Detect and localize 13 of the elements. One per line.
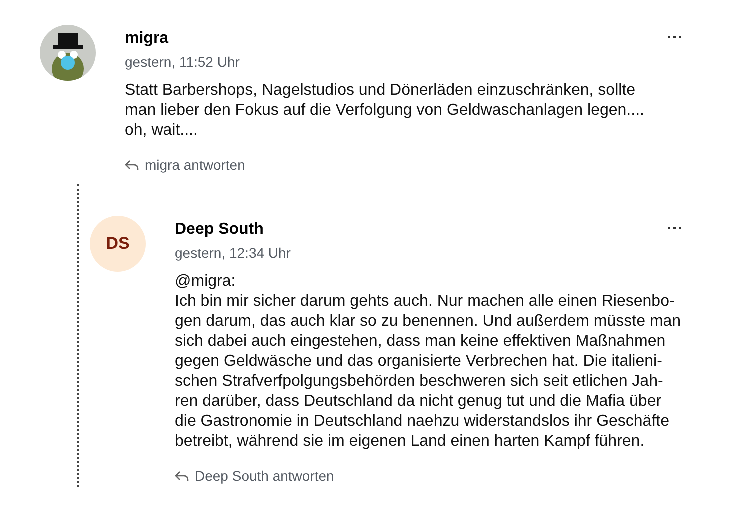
author-name: Deep South bbox=[175, 220, 264, 240]
more-options-icon[interactable] bbox=[667, 226, 683, 230]
comment-text: @migra: Ich bin mir sicher darum gehts auch. Nur machen alle einen Riesenbo- gen darum, das auch klar so zu benennen. Und außerdem müsste man sich dabei auch eingestehen, dass man keine effektiven Maßnahmen gegen Geldwäsche und das organisierte Verbrechen hat. Die italieni- schen Strafverfpolgungsbehörden beschweren sich seit etlichen Jah- ren darüber, dass Deutschland da nicht genug tut und die Mafia über die Gastronomie in Deutschland naehzu widerstandslos ihr Geschäfte betreibt, während sie im eigenen Land einen harten Kampf führen. bbox=[175, 272, 682, 452]
reply-link[interactable]: Deep South antworten bbox=[175, 466, 334, 487]
reply-arrow-icon bbox=[125, 160, 139, 171]
timestamp: gestern, 12:34 Uhr bbox=[175, 244, 291, 262]
reply-arrow-icon bbox=[175, 471, 189, 482]
avatar-initials: DS bbox=[90, 216, 146, 272]
comment-text: Statt Barbershops, Nagelstudios und Dönerläden einzuschränken, sollte man lieber den Fokus auf die Verfolgung von Geldwaschanlagen legen.... oh, wait.... bbox=[125, 81, 646, 141]
reply-link[interactable]: migra antworten bbox=[125, 155, 246, 176]
author-name: migra bbox=[125, 29, 169, 49]
timestamp: gestern, 11:52 Uhr bbox=[125, 53, 240, 71]
more-options-icon[interactable] bbox=[667, 35, 683, 39]
